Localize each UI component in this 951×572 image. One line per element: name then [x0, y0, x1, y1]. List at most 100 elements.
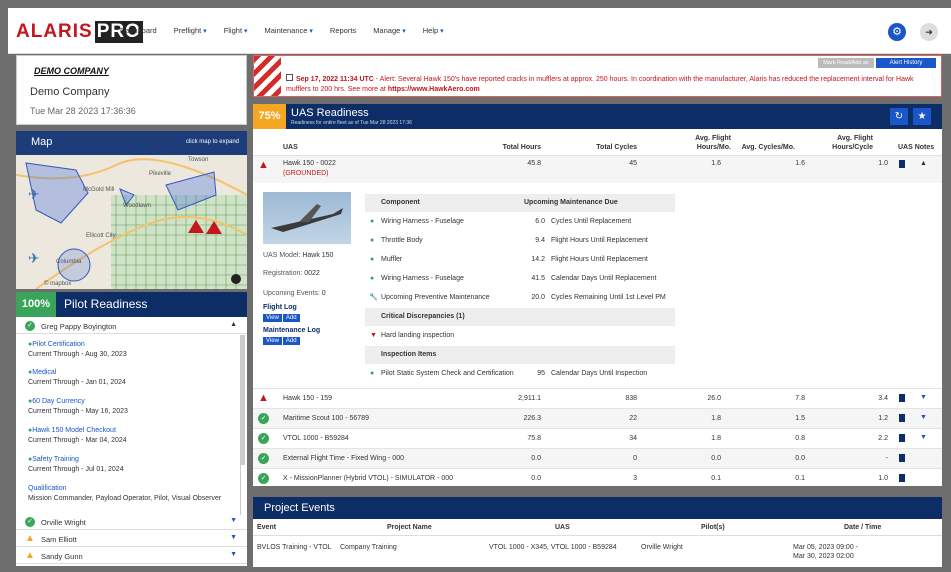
chevron-up-icon[interactable]: ▲: [920, 160, 927, 167]
pilot-row[interactable]: ✓ Greg Pappy Boyington ▲: [16, 318, 247, 334]
component-row: ● Wiring Harness - Fuselage 41.5 Calenda…: [370, 275, 657, 282]
pilot-readiness-panel: 100% Pilot Readiness ✓ Greg Pappy Boying…: [16, 292, 247, 566]
uas-detail-panel: UAS Model: Hawk 150 Registration: 0022 U…: [253, 184, 942, 380]
critical-discrepancies-header: Critical Discrepancies (1): [365, 308, 675, 326]
nav-maintenance[interactable]: Maintenance: [265, 26, 313, 35]
notes-icon[interactable]: [899, 434, 905, 442]
avg-hours-mo: 1.8: [711, 415, 721, 422]
uas-row[interactable]: ✓ External Flight Time - Fixed Wing - 00…: [253, 448, 942, 468]
avg-hours-mo: 0.1: [711, 475, 721, 482]
uas-row[interactable]: ✓ X - MissionPlanner (Hybrid VTOL) - SIM…: [253, 468, 942, 488]
current-datetime: Tue Mar 28 2023 17:36:36: [30, 106, 136, 116]
svg-text:✈: ✈: [28, 250, 40, 266]
qualification: Qualification Mission Commander, Payload …: [28, 485, 222, 502]
status-dot-icon: ●: [370, 275, 375, 282]
pilot-name: Orville Wright: [41, 518, 86, 527]
nav-dashboard[interactable]: Dashboard: [120, 26, 157, 35]
notes-icon[interactable]: [899, 394, 905, 402]
uas-row[interactable]: ▲ Hawk 150 - 0022 (GROUNDED) 45.8 45 1.6…: [253, 155, 942, 183]
col-uas-notes: UAS Notes: [898, 144, 935, 151]
company-logo: DEMO COMPANY: [34, 66, 109, 76]
cert-item: ●Hawk 150 Model Checkout Current Through …: [28, 427, 127, 444]
event-date-end: Mar 30, 2023 02:00: [793, 553, 854, 560]
gear-icon[interactable]: ⚙: [888, 23, 906, 41]
notes-icon[interactable]: [899, 454, 905, 462]
map-canvas[interactable]: ✈ ✈ Pikeville Towson McGold Mill Woodlaw…: [16, 155, 247, 289]
chevron-down-icon[interactable]: ▼: [920, 394, 927, 401]
chevron-down-icon[interactable]: ▼: [230, 517, 237, 524]
mark-read-button[interactable]: Mark Read/Add as Read: [818, 58, 874, 76]
refresh-icon[interactable]: ↻: [890, 108, 908, 125]
inspection-items-header: Inspection Items: [365, 346, 675, 364]
company-name: Demo Company: [30, 86, 110, 98]
warning-icon: ▲: [25, 550, 35, 561]
chevron-up-icon[interactable]: ▲: [230, 321, 237, 328]
chevron-down-icon[interactable]: ▼: [920, 414, 927, 421]
col-total-hours: Total Hours: [502, 144, 541, 151]
pilot-row[interactable]: ▲ Sam Elliott ▼: [16, 531, 247, 547]
component-row: 🔧 Upcoming Preventive Maintenance 20.0 C…: [369, 294, 666, 301]
uas-row[interactable]: ✓ VTOL 1000 - B59284 75.8 34 1.8 0.8 2.2…: [253, 428, 942, 448]
maint-log-add-button[interactable]: Add: [282, 337, 300, 345]
pilot-list-scrollbar[interactable]: [240, 335, 245, 465]
total-cycles: 22: [629, 415, 637, 422]
event-name[interactable]: BVLOS Training - VTOL: [257, 543, 332, 552]
nav-manage[interactable]: Manage: [373, 26, 406, 35]
nav-reports[interactable]: Reports: [330, 26, 356, 35]
component-row: ● Muffler 14.2 Flight Hours Until Replac…: [370, 256, 648, 263]
cert-item: ●Medical Current Through - Jan 01, 2024: [28, 369, 126, 386]
map-panel: Map click map to expand ✈ ✈ Pikeville To…: [16, 131, 247, 289]
col-avg-hours-mo: Avg. Flight Hours/Mo.: [695, 135, 731, 151]
avg-hours-mo: 1.8: [711, 435, 721, 442]
notes-icon[interactable]: [899, 474, 905, 482]
alert-history-button[interactable]: Alert History: [876, 58, 936, 68]
chevron-down-icon[interactable]: ▼: [230, 534, 237, 541]
map-label-towson: Towson: [188, 157, 208, 163]
uas-row[interactable]: ▲ Hawk 150 - 159 2,911.1 838 26.0 7.8 3.…: [253, 388, 942, 408]
map-label-pikeville: Pikeville: [149, 171, 172, 177]
main-nav: Dashboard Preflight Flight Maintenance R…: [120, 26, 461, 35]
maintenance-log-label: Maintenance Log: [263, 327, 321, 334]
inspection-row: ● Pilot Static System Check and Certific…: [370, 370, 648, 377]
avg-cycles-mo: 1.5: [795, 415, 805, 422]
notes-icon[interactable]: [899, 414, 905, 422]
pilot-name: Sandy Gunn: [41, 552, 83, 561]
check-icon: ✓: [258, 453, 269, 464]
total-hours: 45.8: [527, 160, 541, 167]
notes-icon[interactable]: [899, 160, 905, 168]
nav-help[interactable]: Help: [423, 26, 444, 35]
uas-readiness-header: 75% UAS Readiness Readiness for entire f…: [253, 104, 942, 129]
event-project: Company Training: [340, 544, 397, 551]
map-expand-hint[interactable]: click map to expand: [186, 139, 239, 145]
maint-log-view-button[interactable]: View: [263, 337, 282, 345]
col-event: Event: [257, 524, 277, 531]
check-icon: ✓: [258, 473, 269, 484]
warning-icon: ▲: [25, 533, 35, 544]
star-icon[interactable]: ★: [913, 108, 931, 125]
col-date-time: Date / Time: [844, 524, 882, 531]
svg-text:✈: ✈: [28, 186, 40, 202]
nav-preflight[interactable]: Preflight: [174, 26, 207, 35]
avg-cycles-mo: 7.8: [795, 395, 805, 402]
avg-cycles-mo: 1.6: [795, 160, 805, 167]
nav-flight[interactable]: Flight: [224, 26, 248, 35]
pilot-name: Sam Elliott: [41, 535, 77, 544]
uas-row[interactable]: ✓ Maritime Scout 100 - 56789 226.3 22 1.…: [253, 408, 942, 428]
uas-name: Maritime Scout 100 - 56789: [283, 415, 369, 422]
pilot-row[interactable]: ▲ Sandy Gunn ▼: [16, 548, 247, 564]
cert-item: ●60 Day Currency Current Through - May 16…: [28, 398, 128, 415]
project-events-panel: Project Events Event Project Name UAS Pi…: [253, 497, 942, 567]
checkbox-icon[interactable]: [286, 74, 293, 81]
flight-log-add-button[interactable]: Add: [282, 314, 300, 322]
alert-stripes: [254, 56, 281, 96]
alert-banner: Mark Read/Add as Read Alert History Sep …: [253, 55, 942, 97]
avg-hours-cycle: 1.2: [878, 415, 888, 422]
chevron-down-icon[interactable]: ▼: [920, 434, 927, 441]
pilot-row[interactable]: ✓ Orville Wright ▼: [16, 514, 247, 530]
component-row: ● Wiring Harness - Fuselage 6.0 Cycles U…: [370, 218, 632, 225]
alert-link[interactable]: https://www.HawkAero.com: [388, 86, 480, 93]
logout-icon[interactable]: ➜: [920, 23, 938, 41]
flight-log-view-button[interactable]: View: [263, 314, 282, 322]
chevron-down-icon[interactable]: ▼: [230, 551, 237, 558]
col-uas: UAS: [555, 524, 570, 531]
